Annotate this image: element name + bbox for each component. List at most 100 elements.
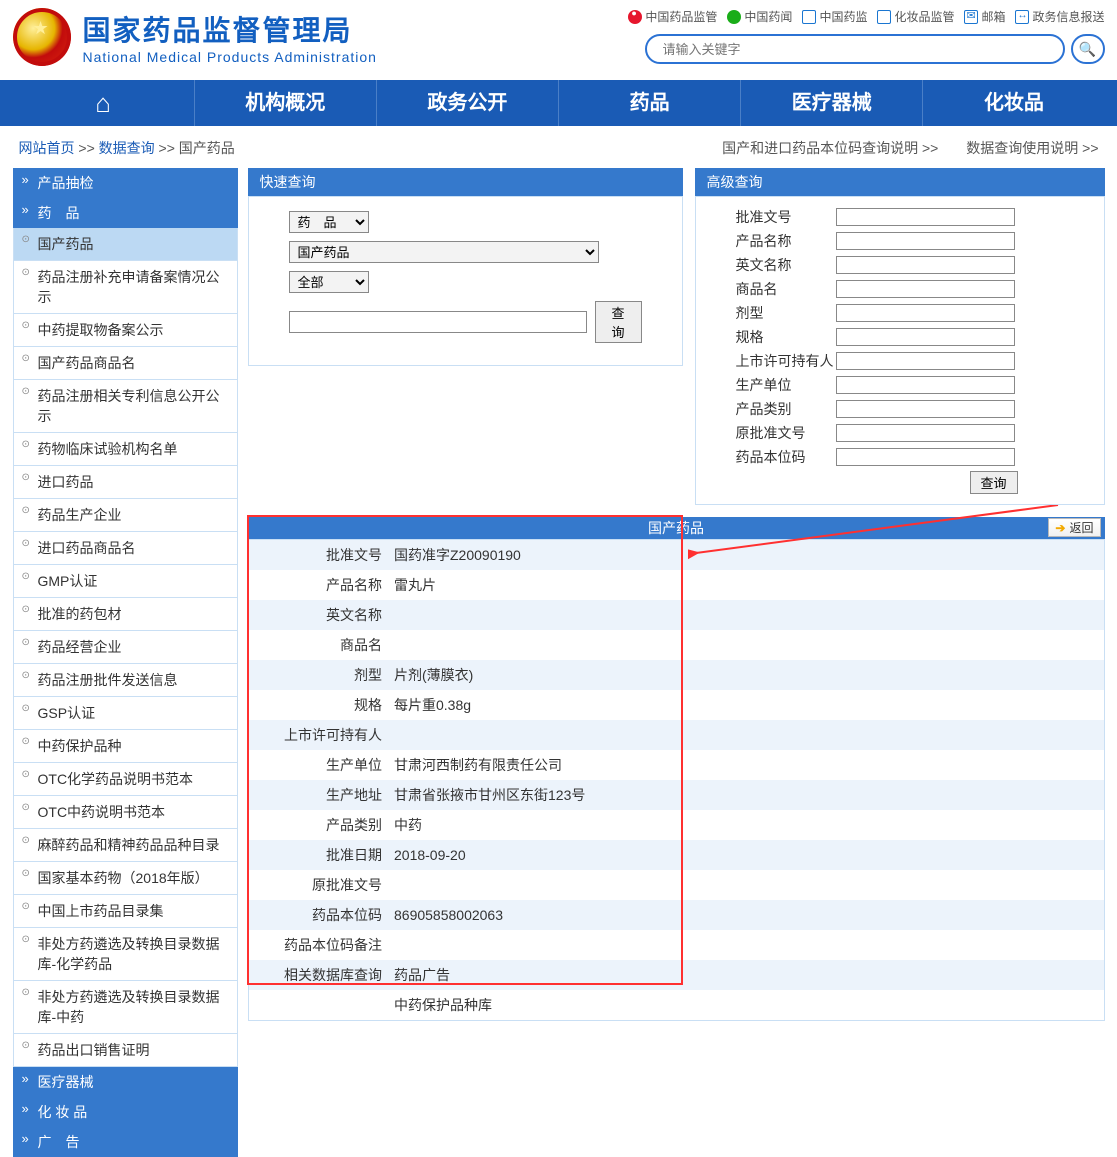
result-value: 2018-09-20 — [388, 840, 1104, 870]
search-input[interactable] — [645, 34, 1065, 64]
breadcrumb-current: 国产药品 — [179, 140, 235, 156]
back-button[interactable]: ➔ 返回 — [1048, 518, 1100, 537]
adv-search-button[interactable]: 查询 — [970, 471, 1018, 494]
sidebar-item[interactable]: GSP认证 — [14, 697, 237, 730]
header-search: 🔍 — [645, 34, 1105, 64]
result-label: 相关数据库查询 — [248, 960, 388, 990]
sidebar-item[interactable]: 药品生产企业 — [14, 499, 237, 532]
quick-search-type[interactable]: 国产药品 — [289, 241, 599, 263]
adv-field-label: 批准文号 — [736, 207, 836, 227]
sidebar-item[interactable]: 中国上市药品目录集 — [14, 895, 237, 928]
sidebar-item[interactable]: 中药提取物备案公示 — [14, 314, 237, 347]
header-link-label: 中国药品监管 — [645, 8, 717, 25]
search-button[interactable]: 🔍 — [1071, 34, 1105, 64]
result-label: 上市许可持有人 — [248, 720, 388, 750]
quick-search-category[interactable]: 药 品 — [289, 211, 369, 233]
adv-field-label: 生产单位 — [736, 375, 836, 395]
site-title-en: National Medical Products Administration — [83, 49, 377, 65]
nav-home[interactable]: ⌂ — [13, 80, 195, 126]
result-value — [388, 720, 1104, 750]
adv-field-label: 商品名 — [736, 279, 836, 299]
sidebar-item[interactable]: 药品注册批件发送信息 — [14, 664, 237, 697]
header-link[interactable]: 中国药监 — [802, 8, 867, 25]
arrow-right-icon: ➔ — [1055, 521, 1065, 535]
weibo-icon — [628, 10, 642, 24]
result-label: 英文名称 — [248, 600, 388, 630]
result-value — [388, 630, 1104, 660]
breadcrumb-sep: >> — [78, 140, 94, 156]
adv-field-input[interactable] — [836, 232, 1015, 250]
link-code-help[interactable]: 国产和进口药品本位码查询说明 >> — [722, 140, 938, 156]
header-link[interactable]: 化妆品监管 — [877, 8, 954, 25]
sidebar-item[interactable]: 批准的药包材 — [14, 598, 237, 631]
breadcrumb: 网站首页 >> 数据查询 >> 国产药品 — [19, 138, 235, 158]
sidebar-group-title[interactable]: 药 品 — [13, 198, 238, 228]
sidebar-group-title[interactable]: 医疗器械 — [13, 1067, 238, 1097]
adv-field-input[interactable] — [836, 352, 1015, 370]
quick-search-scope[interactable]: 全部 — [289, 271, 369, 293]
nav-item[interactable]: 药品 — [559, 80, 741, 126]
adv-field-input[interactable] — [836, 280, 1015, 298]
result-row: 生产地址甘肃省张掖市甘州区东街123号 — [248, 780, 1104, 810]
sidebar-item[interactable]: 药品注册补充申请备案情况公示 — [14, 261, 237, 314]
adv-field-input[interactable] — [836, 208, 1015, 226]
sidebar-item[interactable]: 进口药品商品名 — [14, 532, 237, 565]
sidebar-item[interactable]: GMP认证 — [14, 565, 237, 598]
result-row: 英文名称 — [248, 600, 1104, 630]
adv-field-input[interactable] — [836, 304, 1015, 322]
header-link-label: 政务信息报送 — [1032, 8, 1104, 25]
quick-search-keyword[interactable] — [289, 311, 587, 333]
result-row: 药品本位码86905858002063 — [248, 900, 1104, 930]
sidebar-item[interactable]: 国家基本药物（2018年版） — [14, 862, 237, 895]
result-row: 产品类别中药 — [248, 810, 1104, 840]
nav-item[interactable]: 机构概况 — [195, 80, 377, 126]
breadcrumb-home[interactable]: 网站首页 — [19, 140, 75, 156]
result-label: 药品本位码备注 — [248, 930, 388, 960]
adv-field-input[interactable] — [836, 376, 1015, 394]
result-label: 产品类别 — [248, 810, 388, 840]
sidebar-item[interactable]: 非处方药遴选及转换目录数据库-中药 — [14, 981, 237, 1034]
header-link[interactable]: 政务信息报送 — [1015, 8, 1104, 25]
nav-item[interactable]: 政务公开 — [377, 80, 559, 126]
header-link[interactable]: 中国药闻 — [727, 8, 792, 25]
header-link[interactable]: 邮箱 — [964, 8, 1005, 25]
sidebar-item[interactable]: 进口药品 — [14, 466, 237, 499]
quick-search-button[interactable]: 查询 — [595, 301, 642, 343]
sidebar-item[interactable]: 药物临床试验机构名单 — [14, 433, 237, 466]
sidebar-item[interactable]: 药品出口销售证明 — [14, 1034, 237, 1066]
adv-field-input[interactable] — [836, 448, 1015, 466]
breadcrumb-mid[interactable]: 数据查询 — [99, 140, 155, 156]
result-panel: 国产药品 ➔ 返回 批准文号国药准字Z20090190产品名称雷丸片英文名称商品… — [248, 517, 1105, 1021]
phone-icon — [1015, 10, 1029, 24]
sidebar-item[interactable]: OTC化学药品说明书范本 — [14, 763, 237, 796]
adv-field-input[interactable] — [836, 400, 1015, 418]
sidebar-item[interactable]: 中药保护品种 — [14, 730, 237, 763]
sidebar-item[interactable]: OTC中药说明书范本 — [14, 796, 237, 829]
sidebar-group-title[interactable]: 化 妆 品 — [13, 1097, 238, 1127]
adv-field-input[interactable] — [836, 424, 1015, 442]
adv-field-input[interactable] — [836, 256, 1015, 274]
result-row: 生产单位甘肃河西制药有限责任公司 — [248, 750, 1104, 780]
app-icon — [877, 10, 891, 24]
result-value: 药品广告 — [388, 960, 1104, 990]
nav-item[interactable]: 化妆品 — [923, 80, 1104, 126]
sidebar-group-title[interactable]: 广 告 — [13, 1127, 238, 1157]
sidebar-item[interactable]: 非处方药遴选及转换目录数据库-化学药品 — [14, 928, 237, 981]
result-row: 上市许可持有人 — [248, 720, 1104, 750]
result-value: 每片重0.38g — [388, 690, 1104, 720]
sidebar-item[interactable]: 国产药品 — [14, 228, 237, 261]
header-link[interactable]: 中国药品监管 — [628, 8, 717, 25]
sidebar-item[interactable]: 药品经营企业 — [14, 631, 237, 664]
adv-field-label: 产品名称 — [736, 231, 836, 251]
sidebar-group-title[interactable]: 产品抽检 — [13, 168, 238, 198]
nav-item[interactable]: 医疗器械 — [741, 80, 923, 126]
sidebar-item[interactable]: 国产药品商品名 — [14, 347, 237, 380]
advanced-search-title: 高级查询 — [695, 168, 1105, 196]
back-label: 返回 — [1069, 519, 1093, 536]
sidebar-item[interactable]: 药品注册相关专利信息公开公示 — [14, 380, 237, 433]
result-value: 中药 — [388, 810, 1104, 840]
header-link-label: 中国药闻 — [744, 8, 792, 25]
adv-field-input[interactable] — [836, 328, 1015, 346]
sidebar-item[interactable]: 麻醉药品和精神药品品种目录 — [14, 829, 237, 862]
link-query-help[interactable]: 数据查询使用说明 >> — [966, 140, 1098, 156]
